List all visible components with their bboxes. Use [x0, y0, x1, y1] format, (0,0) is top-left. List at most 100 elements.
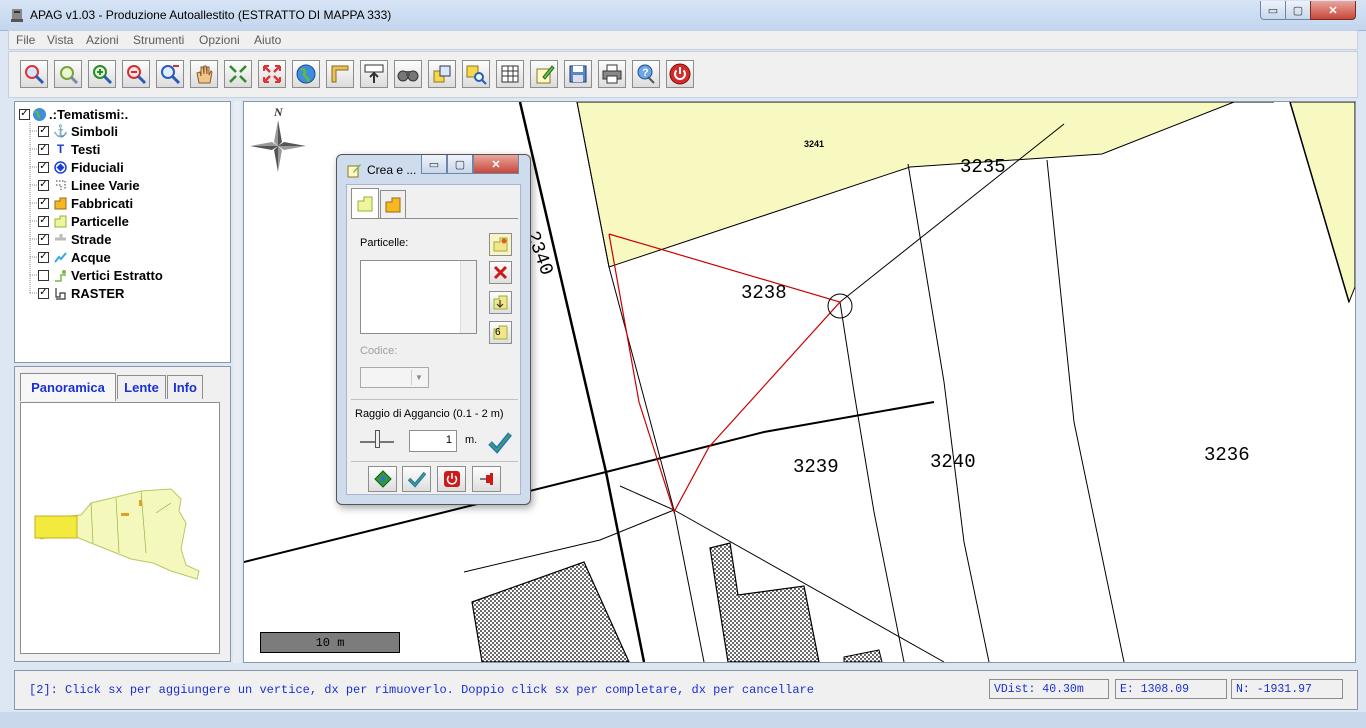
tab-divider: [351, 218, 518, 219]
zoom-in-button[interactable]: [88, 60, 116, 88]
menu-opzioni[interactable]: Opzioni: [199, 33, 240, 47]
move-down-button[interactable]: [489, 291, 512, 314]
exit-button[interactable]: [666, 60, 694, 88]
codice-select[interactable]: ▼: [360, 367, 429, 388]
scale-button[interactable]: [360, 60, 388, 88]
confirm-button[interactable]: [402, 466, 431, 492]
check-icon: [407, 471, 426, 488]
zoom-out-button[interactable]: [122, 60, 150, 88]
dialog-close-button[interactable]: ✕: [473, 155, 519, 174]
tree-root[interactable]: ✓ .:Tematismi:.: [19, 105, 128, 123]
checkbox[interactable]: ✓: [19, 108, 30, 120]
layer-strade[interactable]: ✓ Strade: [38, 230, 111, 248]
zoom-out-icon: [127, 65, 147, 85]
raggio-input[interactable]: 1: [409, 430, 457, 452]
checkbox[interactable]: ✓: [38, 215, 49, 227]
minimize-icon: ▭: [1267, 4, 1279, 17]
checkbox[interactable]: ✓: [38, 287, 49, 299]
zoom-window-icon: [60, 66, 79, 85]
zoom-window-button[interactable]: [54, 60, 82, 88]
pan-button[interactable]: [190, 60, 218, 88]
layer-simboli[interactable]: ✓ ⚓ Simboli: [38, 122, 118, 140]
tab-info[interactable]: Info: [167, 375, 203, 399]
minimize-button[interactable]: ▭: [1260, 1, 1286, 20]
raggio-unit: m.: [465, 434, 478, 446]
layer-fiduciali[interactable]: ✓ Fiduciali: [38, 158, 124, 176]
layer-label: Fabbricati: [71, 195, 134, 211]
layers-button[interactable]: [428, 60, 456, 88]
status-bar: [2]: Click sx per aggiungere un vertice,…: [14, 670, 1358, 710]
overview-map[interactable]: [20, 402, 220, 654]
toolbar: ?: [8, 51, 1358, 98]
layer-vertici-estratto[interactable]: Vertici Estratto: [38, 266, 163, 284]
menu-strumenti[interactable]: Strumenti: [133, 33, 184, 47]
zoom-extent-button[interactable]: [156, 60, 184, 88]
new-button[interactable]: [368, 466, 397, 492]
checkbox[interactable]: ✓: [38, 161, 49, 173]
add-parcel-button[interactable]: [489, 233, 512, 256]
checkbox[interactable]: ✓: [38, 125, 49, 137]
fit-all-icon: [229, 65, 247, 83]
apply-radius-button[interactable]: [487, 429, 513, 455]
add-parcel-icon: [493, 237, 508, 252]
layer-label: Simboli: [71, 123, 118, 139]
raggio-slider-thumb[interactable]: [375, 430, 380, 448]
layer-fabbricati[interactable]: ✓ Fabbricati: [38, 194, 133, 212]
close-button[interactable]: ✕: [1310, 1, 1356, 20]
layer-linee-varie[interactable]: ✓ Linee Varie: [38, 176, 140, 194]
chevron-down-icon: ▼: [411, 370, 426, 385]
tab-fabbricati[interactable]: [380, 190, 406, 218]
close-icon: ✕: [491, 158, 501, 171]
app-icon: [11, 9, 23, 22]
panel-splitter[interactable]: [233, 101, 241, 663]
checkbox[interactable]: ✓: [38, 233, 49, 245]
menu-azioni[interactable]: Azioni: [86, 33, 119, 47]
find-button[interactable]: [462, 60, 490, 88]
scale-bar: 10 m: [260, 632, 400, 653]
dialog-maximize-button[interactable]: ▢: [447, 155, 473, 174]
anchor-icon: ⚓: [53, 124, 68, 138]
checkbox[interactable]: ✓: [38, 251, 49, 263]
edit-button[interactable]: [530, 60, 558, 88]
fit-all-button[interactable]: [224, 60, 252, 88]
pin-button[interactable]: [472, 466, 501, 492]
binoculars-button[interactable]: [394, 60, 422, 88]
help-button[interactable]: ?: [632, 60, 660, 88]
number-button[interactable]: 6: [489, 321, 512, 344]
menu-file[interactable]: File: [16, 33, 35, 47]
tab-panoramica[interactable]: Panoramica: [20, 373, 116, 401]
layer-testi[interactable]: ✓ T Testi: [38, 140, 100, 158]
text-icon: T: [56, 142, 65, 156]
particelle-list[interactable]: [360, 260, 477, 334]
checkbox[interactable]: ✓: [38, 197, 49, 209]
globe-button[interactable]: [292, 60, 320, 88]
delete-parcel-button[interactable]: [489, 261, 512, 284]
print-button[interactable]: [598, 60, 626, 88]
tab-particelle[interactable]: [351, 188, 379, 218]
zoom-in-icon: [93, 65, 113, 85]
layer-raster[interactable]: ✓ RASTER: [38, 284, 124, 302]
save-button[interactable]: [564, 60, 592, 88]
table-button[interactable]: [496, 60, 524, 88]
list-scrollbar[interactable]: [460, 261, 476, 333]
checkbox[interactable]: ✓: [38, 143, 49, 155]
ruler-button[interactable]: [326, 60, 354, 88]
tab-lente[interactable]: Lente: [117, 375, 166, 399]
maximize-button[interactable]: ▢: [1285, 1, 1311, 20]
parcel-label: 3241: [804, 139, 825, 149]
dialog-title: Crea e ...: [367, 163, 417, 177]
layer-acque[interactable]: ✓ Acque: [38, 248, 111, 266]
menu-aiuto[interactable]: Aiuto: [254, 33, 281, 47]
expand-button[interactable]: [258, 60, 286, 88]
exit-dialog-button[interactable]: [437, 466, 466, 492]
zoom-button[interactable]: [20, 60, 48, 88]
layer-label: Linee Varie: [71, 177, 140, 193]
layer-particelle[interactable]: ✓ Particelle: [38, 212, 129, 230]
tab-label: Lente: [124, 380, 159, 395]
checkbox[interactable]: [38, 269, 49, 281]
dialog-minimize-button[interactable]: ▭: [421, 155, 447, 174]
maximize-icon: ▢: [1292, 4, 1304, 17]
menu-vista[interactable]: Vista: [47, 33, 73, 47]
checkbox[interactable]: ✓: [38, 179, 49, 191]
power-icon: [443, 471, 460, 487]
